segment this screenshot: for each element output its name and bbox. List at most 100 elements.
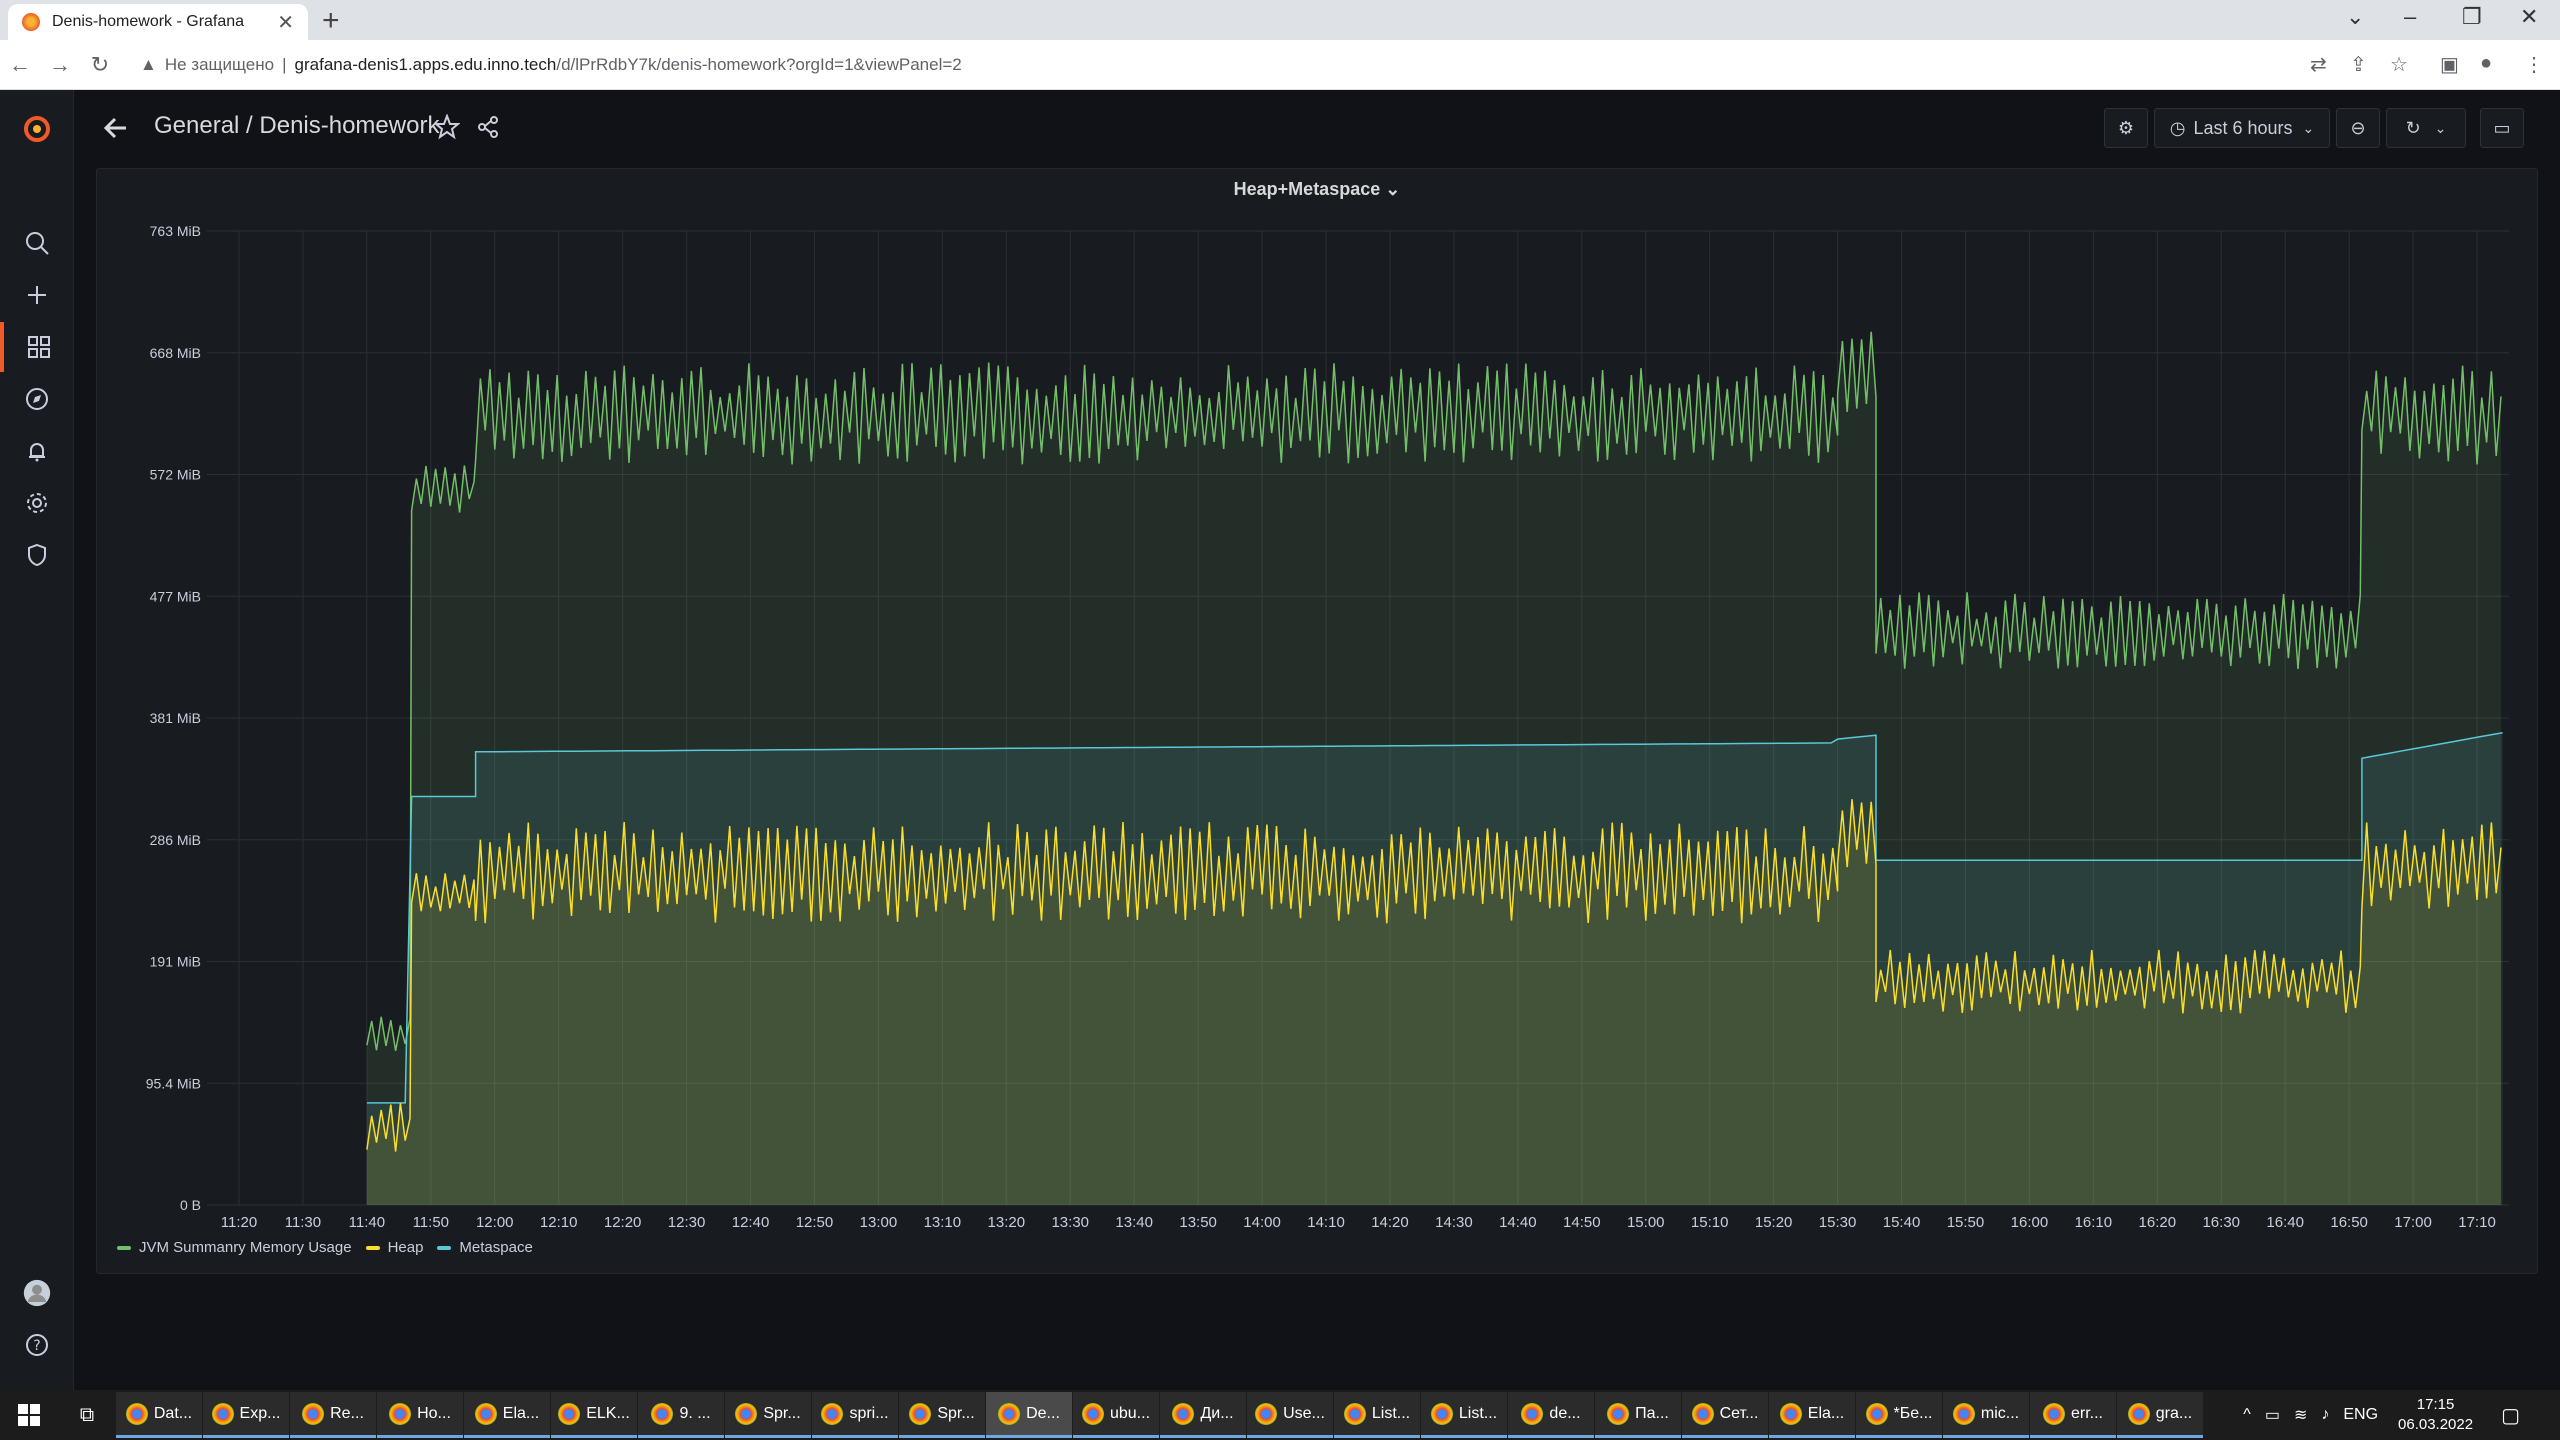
tv-mode-icon[interactable]: ▭ bbox=[2480, 108, 2524, 148]
taskbar-item-label: De... bbox=[1026, 1404, 1060, 1422]
x-tick-label: 14:00 bbox=[1243, 1214, 1281, 1231]
time-range-picker[interactable]: ◷ Last 6 hours ⌄ bbox=[2154, 108, 2330, 148]
refresh-button[interactable]: ↻ ⌄ bbox=[2386, 108, 2466, 148]
taskbar-item[interactable]: Exp... bbox=[203, 1392, 289, 1438]
volume-icon[interactable]: ♪ bbox=[2321, 1406, 2329, 1424]
taskbar-item[interactable]: *Бе... bbox=[1856, 1392, 1942, 1438]
security-warning: Не защищено bbox=[164, 55, 275, 74]
battery-icon[interactable]: ▭ bbox=[2265, 1405, 2280, 1425]
taskbar-item[interactable]: Use... bbox=[1247, 1392, 1333, 1438]
dashboard-breadcrumb[interactable]: General / Denis-homework bbox=[154, 112, 439, 140]
taskbar-item-label: Сет... bbox=[1719, 1404, 1759, 1422]
taskbar-item-label: ELK... bbox=[586, 1404, 630, 1422]
dashboard-settings-gear-icon[interactable]: ⚙ bbox=[2104, 108, 2148, 148]
star-icon[interactable] bbox=[434, 114, 460, 140]
app-icon bbox=[1779, 1402, 1802, 1425]
grafana-favicon-icon bbox=[22, 13, 40, 31]
taskbar-item-label: mic... bbox=[1980, 1404, 2020, 1422]
taskbar-item[interactable]: Re... bbox=[290, 1392, 376, 1438]
browser-tab[interactable]: Denis-homework - Grafana ✕ bbox=[8, 4, 308, 40]
new-tab-icon[interactable]: + bbox=[322, 4, 340, 38]
taskbar-item[interactable]: ELK... bbox=[551, 1392, 637, 1438]
share-icon[interactable] bbox=[476, 115, 500, 139]
legend-item-jvm[interactable]: JVM Summanry Memory Usage bbox=[117, 1239, 352, 1256]
taskbar-item[interactable]: Spr... bbox=[899, 1392, 985, 1438]
notifications-icon[interactable]: ▢ bbox=[2501, 1403, 2520, 1428]
windows-start-icon[interactable] bbox=[0, 1390, 58, 1440]
taskbar-item[interactable]: err... bbox=[2030, 1392, 2116, 1438]
taskbar-item[interactable]: List... bbox=[1421, 1392, 1507, 1438]
taskbar-item[interactable]: Spr... bbox=[725, 1392, 811, 1438]
browser-back-icon[interactable]: ← bbox=[0, 52, 40, 78]
zoom-out-icon[interactable]: ⊖ bbox=[2336, 108, 2380, 148]
x-tick-label: 11:20 bbox=[221, 1214, 257, 1231]
configuration-gear-icon[interactable] bbox=[0, 478, 74, 528]
clock-time: 17:15 bbox=[2416, 1396, 2455, 1413]
wifi-icon[interactable]: ≋ bbox=[2294, 1405, 2307, 1425]
explore-compass-icon[interactable] bbox=[0, 374, 74, 424]
taskbar-item[interactable]: spri... bbox=[812, 1392, 898, 1438]
grafana-logo-icon[interactable] bbox=[0, 104, 74, 154]
legend-item-heap[interactable]: Heap bbox=[365, 1239, 423, 1256]
taskbar-item[interactable]: gra... bbox=[2117, 1392, 2203, 1438]
x-tick-label: 13:50 bbox=[1179, 1214, 1217, 1231]
alerting-bell-icon[interactable] bbox=[0, 426, 74, 476]
taskbar-item[interactable]: mic... bbox=[1943, 1392, 2029, 1438]
back-arrow-icon[interactable] bbox=[102, 114, 130, 142]
tray-chevron-up-icon[interactable]: ^ bbox=[2243, 1406, 2251, 1424]
reload-icon[interactable]: ↻ bbox=[80, 52, 120, 78]
side-panel-icon[interactable]: ▣ bbox=[2440, 52, 2459, 77]
language-indicator[interactable]: ENG bbox=[2343, 1406, 2378, 1424]
clock-date: 06.03.2022 bbox=[2398, 1416, 2474, 1433]
taskbar-item[interactable]: de... bbox=[1508, 1392, 1594, 1438]
x-tick-label: 13:20 bbox=[988, 1214, 1026, 1231]
dashboards-icon[interactable] bbox=[0, 322, 74, 372]
task-view-icon[interactable]: ⧉ bbox=[58, 1390, 116, 1440]
legend-item-metaspace[interactable]: Metaspace bbox=[437, 1239, 533, 1256]
y-tick-label: 286 MiB bbox=[150, 832, 201, 848]
x-tick-label: 16:30 bbox=[2202, 1214, 2240, 1231]
y-tick-label: 477 MiB bbox=[150, 588, 201, 604]
server-admin-shield-icon[interactable] bbox=[0, 530, 74, 580]
taskbar-item[interactable]: Ho... bbox=[377, 1392, 463, 1438]
app-icon bbox=[474, 1402, 497, 1425]
app-icon bbox=[1691, 1402, 1714, 1425]
taskbar-item-label: List... bbox=[1371, 1404, 1411, 1422]
taskbar-item[interactable]: Ela... bbox=[464, 1392, 550, 1438]
restore-icon[interactable]: ❐ bbox=[2462, 4, 2482, 30]
taskbar-item-label: Ela... bbox=[1807, 1404, 1845, 1422]
taskbar-item[interactable]: De... bbox=[986, 1392, 1072, 1438]
browser-menu-icon[interactable]: ⋮ bbox=[2524, 52, 2544, 77]
taskbar-item[interactable]: ubu... bbox=[1073, 1392, 1159, 1438]
heap-metaspace-chart[interactable]: 0 B 95.4 MiB 191 MiB 286 MiB 381 MiB 477 MiB 5… bbox=[97, 169, 2539, 1275]
taskbar-item[interactable]: List... bbox=[1334, 1392, 1420, 1438]
taskbar-item-label: *Бе... bbox=[1893, 1404, 1933, 1422]
taskbar-item[interactable]: 9. ... bbox=[638, 1392, 724, 1438]
y-tick-label: 572 MiB bbox=[150, 467, 201, 483]
taskbar-item[interactable]: Dat... bbox=[116, 1392, 202, 1438]
profile-icon[interactable]: ● bbox=[2480, 52, 2492, 75]
minimize-icon[interactable]: – bbox=[2404, 4, 2416, 30]
share-page-icon[interactable]: ⇪ bbox=[2350, 52, 2367, 77]
taskbar-clock[interactable]: 17:15 06.03.2022 bbox=[2398, 1395, 2473, 1435]
close-window-icon[interactable]: ✕ bbox=[2520, 4, 2538, 30]
close-tab-icon[interactable]: ✕ bbox=[277, 10, 294, 35]
taskbar-item-label: err... bbox=[2070, 1404, 2103, 1422]
address-bar[interactable]: ▲ Не защищено | grafana-denis1.apps.edu.… bbox=[140, 48, 2280, 82]
tab-search-icon[interactable]: ⌄ bbox=[2346, 4, 2364, 30]
taskbar-item[interactable]: Ди... bbox=[1160, 1392, 1246, 1438]
help-icon[interactable]: ? bbox=[0, 1320, 74, 1370]
app-icon bbox=[1865, 1402, 1888, 1425]
taskbar-item[interactable]: Ela... bbox=[1769, 1392, 1855, 1438]
browser-forward-icon[interactable]: → bbox=[40, 52, 80, 78]
taskbar-item[interactable]: Па... bbox=[1595, 1392, 1681, 1438]
translate-icon[interactable]: ⇄ bbox=[2310, 52, 2327, 77]
taskbar-item[interactable]: Сет... bbox=[1682, 1392, 1768, 1438]
taskbar-item-label: Spr... bbox=[937, 1404, 975, 1422]
bookmark-star-icon[interactable]: ☆ bbox=[2390, 52, 2408, 77]
x-tick-label: 14:50 bbox=[1563, 1214, 1601, 1231]
x-tick-label: 15:30 bbox=[1819, 1214, 1857, 1231]
user-avatar-icon[interactable] bbox=[0, 1268, 74, 1318]
create-plus-icon[interactable] bbox=[0, 270, 74, 320]
search-icon[interactable] bbox=[0, 218, 74, 268]
